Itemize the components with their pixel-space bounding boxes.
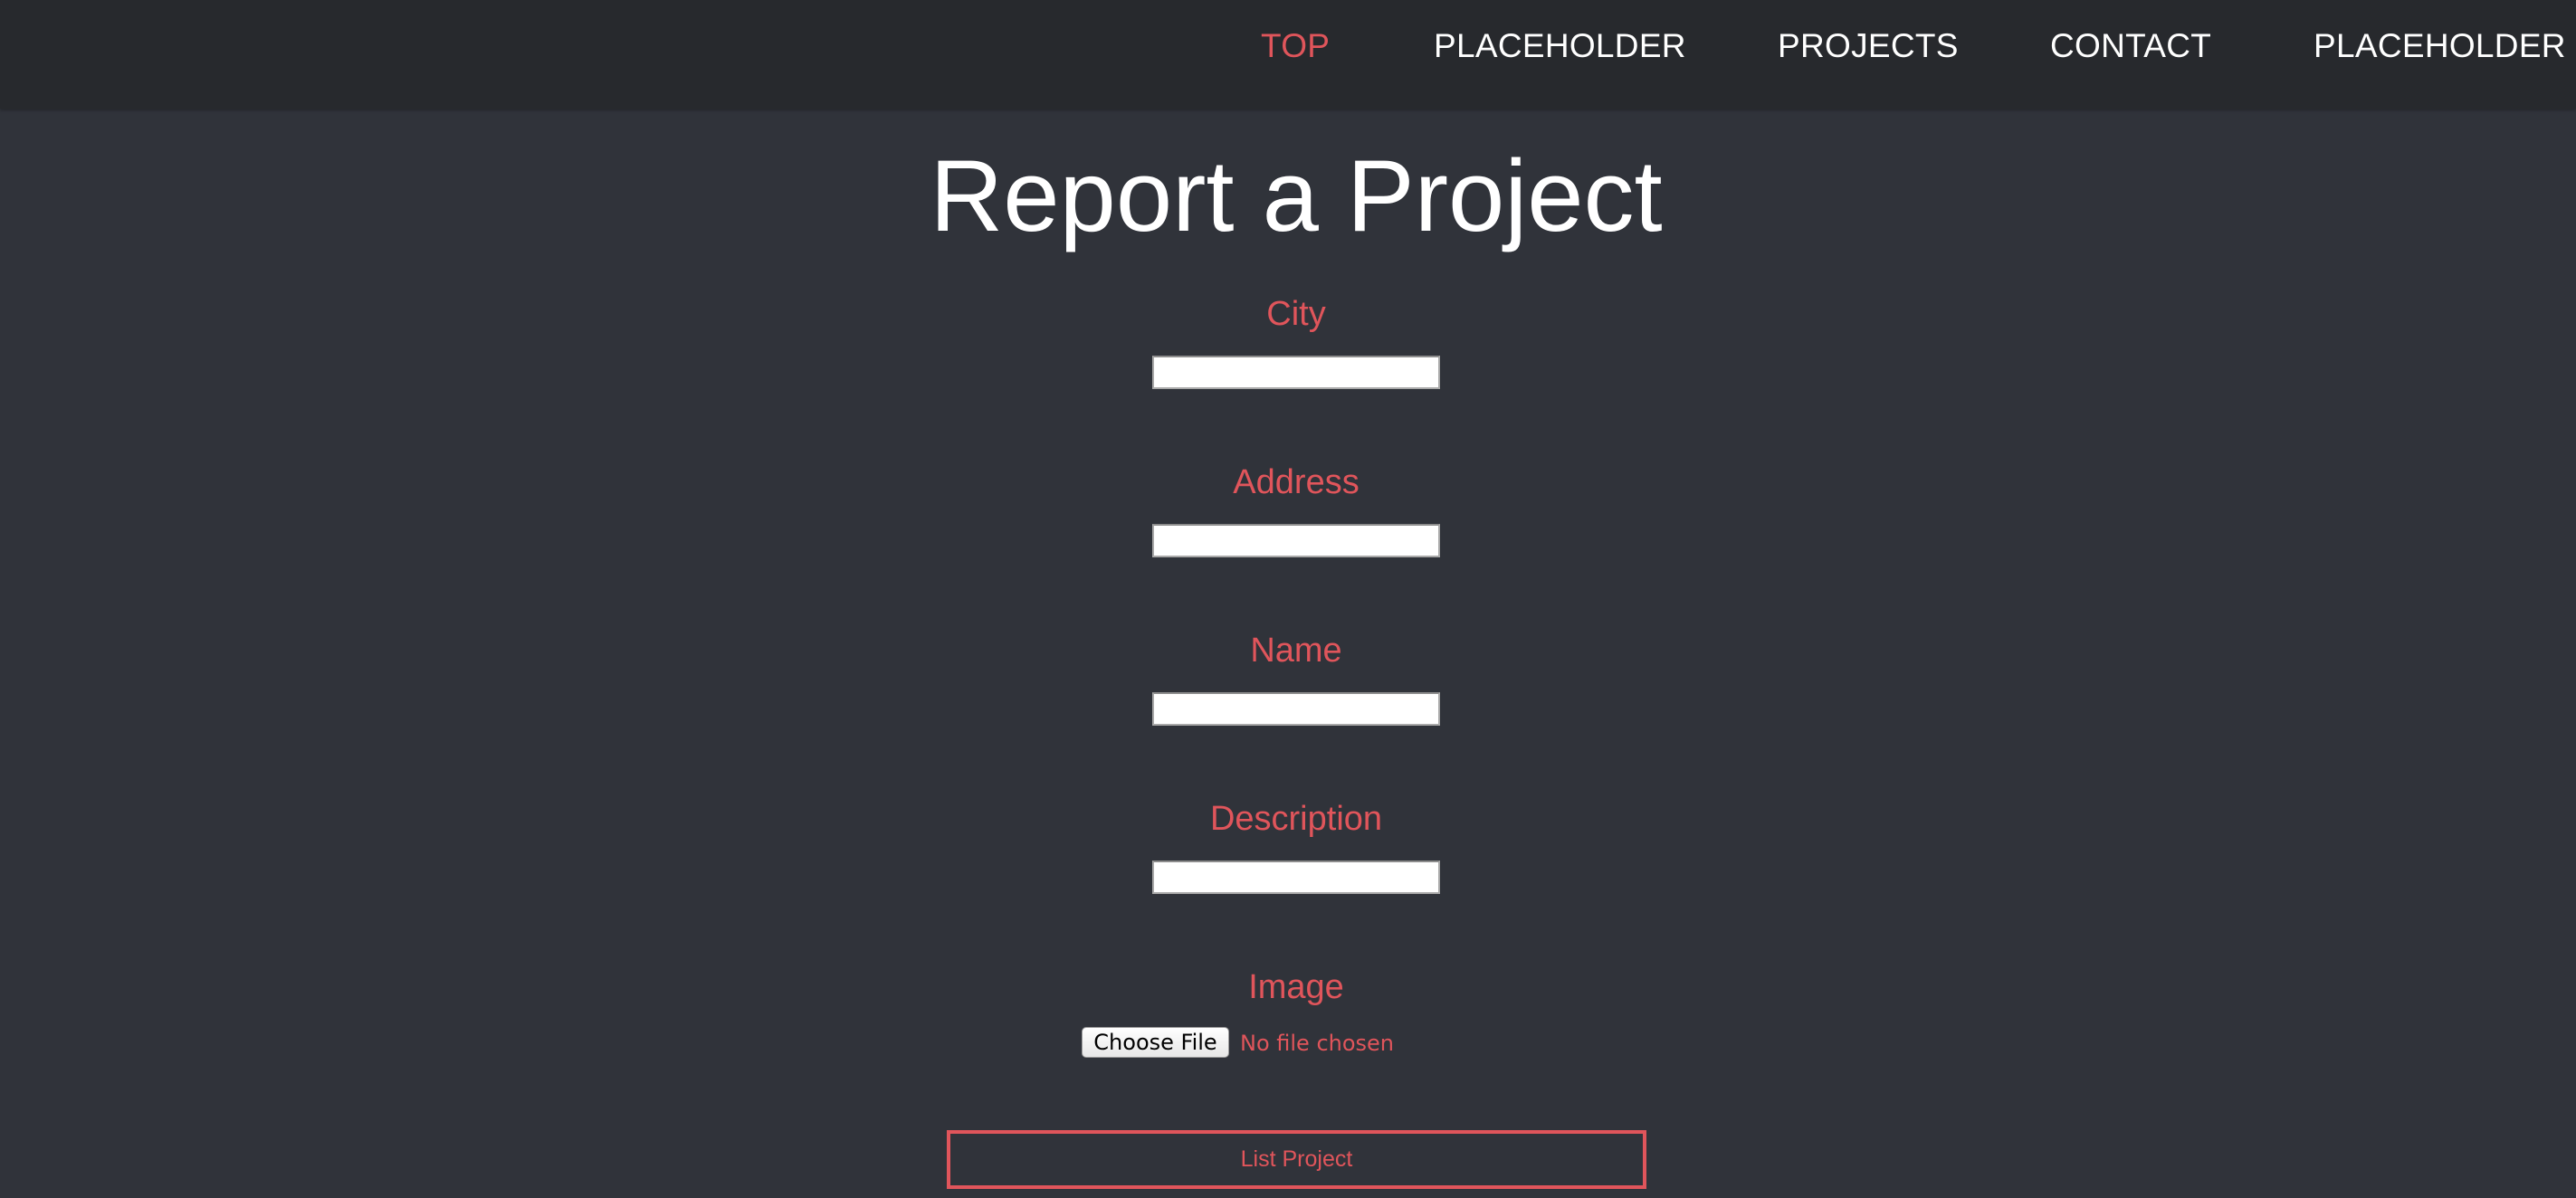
page-title-wrap: Report a Project	[0, 138, 2576, 255]
page-title: Report a Project	[930, 139, 1663, 252]
name-label-text: Name	[1250, 632, 1342, 670]
file-status-text: No file chosen	[1240, 1031, 1395, 1056]
address-label: Address	[0, 462, 2576, 502]
address-label-text: Address	[1233, 463, 1360, 501]
image-label-text: Image	[1248, 968, 1344, 1006]
nav-item-top[interactable]: TOP	[1261, 27, 1330, 65]
name-label: Name	[0, 631, 2576, 670]
description-input[interactable]	[1152, 860, 1440, 894]
nav-item-placeholder-1[interactable]: PLACEHOLDER	[1434, 27, 1686, 65]
address-input[interactable]	[1152, 524, 1440, 557]
nav-item-placeholder-2[interactable]: PLACEHOLDER	[2314, 27, 2566, 65]
city-label-text: City	[1266, 295, 1326, 333]
image-label: Image	[0, 967, 2576, 1007]
nav-item-contact[interactable]: CONTACT	[2050, 27, 2211, 65]
city-input[interactable]	[1152, 356, 1440, 389]
description-label-text: Description	[1209, 800, 1383, 838]
choose-file-button[interactable]: Choose File	[1082, 1027, 1229, 1058]
top-navbar: TOP PLACEHOLDER PROJECTS CONTACT PLACEHO…	[0, 0, 2576, 109]
name-input[interactable]	[1152, 692, 1440, 726]
list-project-button[interactable]: List Project	[947, 1130, 1646, 1189]
description-label: Description	[0, 799, 2576, 839]
nav-item-projects[interactable]: PROJECTS	[1778, 27, 1959, 65]
city-label: City	[0, 294, 2576, 334]
